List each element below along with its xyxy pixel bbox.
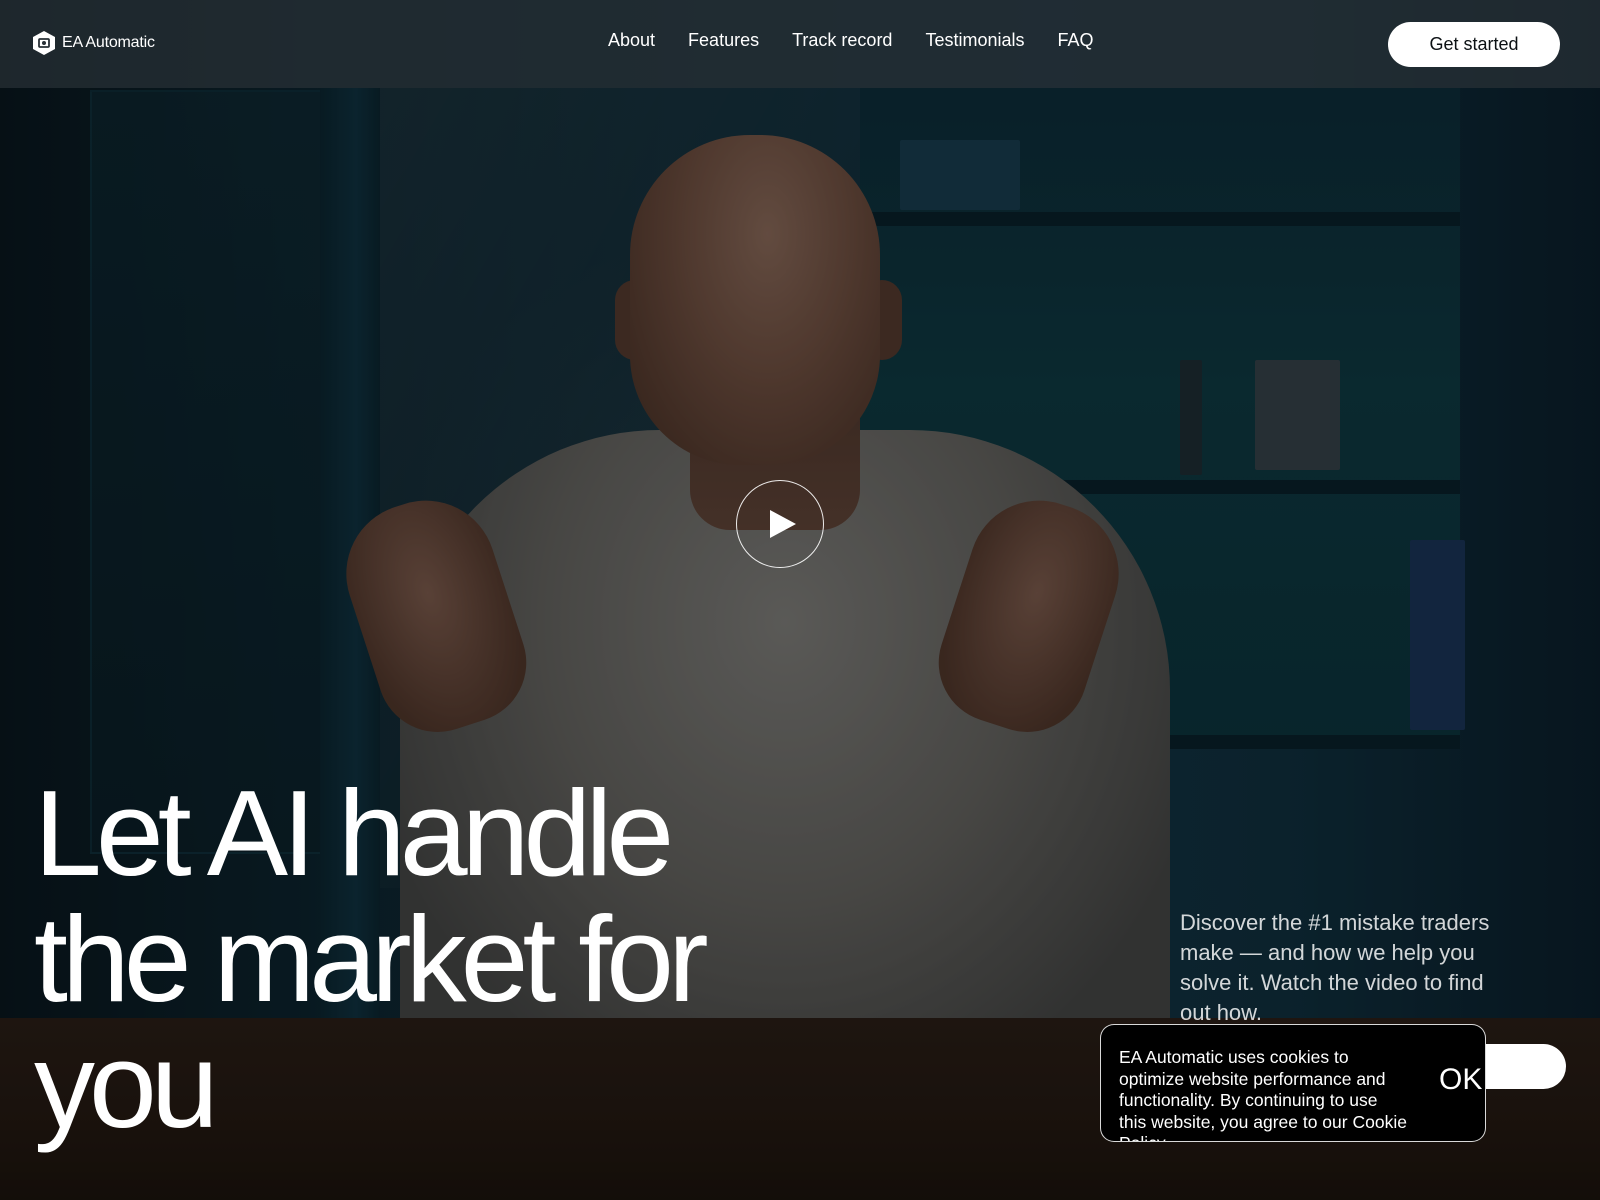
play-icon [770, 510, 796, 538]
headline-line: you [34, 1017, 219, 1153]
hero-headline: Let AI handle the market for you [34, 770, 854, 1148]
cookie-text: EA Automatic uses cookies to optimize we… [1119, 1047, 1407, 1141]
play-video-button[interactable] [736, 480, 824, 568]
headline-line: Let AI handle [34, 765, 674, 901]
headline-line: the market for [34, 891, 709, 1027]
nav-item-features[interactable]: Features [688, 30, 759, 51]
site-header: EA Automatic About Features Track record… [0, 0, 1600, 88]
brand-logo-link[interactable]: EA Automatic [32, 30, 155, 56]
brand-name: EA Automatic [62, 34, 155, 51]
cookie-banner: EA Automatic uses cookies to optimize we… [1100, 1024, 1486, 1142]
hero-subtext: Discover the #1 mistake traders make — a… [1180, 910, 1490, 1025]
nav-item-about[interactable]: About [608, 30, 655, 51]
nav-item-faq[interactable]: FAQ [1058, 30, 1094, 51]
page: EA Automatic About Features Track record… [0, 0, 1600, 1200]
nav-item-testimonials[interactable]: Testimonials [925, 30, 1024, 51]
get-started-button[interactable]: Get started [1388, 22, 1560, 67]
cookie-ok-button[interactable]: OK [1439, 1063, 1482, 1097]
nav-item-track-record[interactable]: Track record [792, 30, 892, 51]
main-nav: About Features Track record Testimonials… [608, 30, 1127, 51]
hexagon-logo-icon [33, 31, 55, 55]
